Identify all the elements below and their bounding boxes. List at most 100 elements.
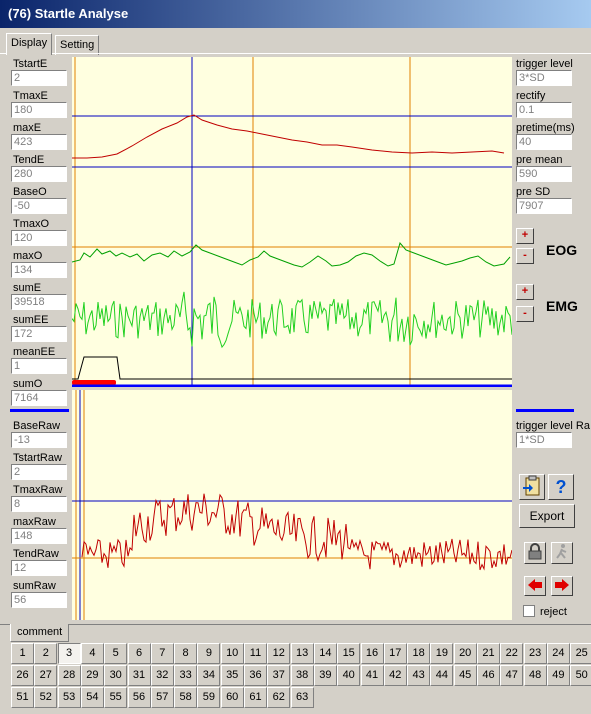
trial-button[interactable]: 3 (57, 643, 81, 664)
trial-button[interactable]: 14 (313, 643, 337, 664)
raw-field-value[interactable]: -13 (11, 432, 67, 448)
trial-button[interactable]: 27 (34, 665, 58, 686)
trial-button[interactable]: 37 (267, 665, 291, 686)
raw-field-value[interactable]: 2 (11, 464, 67, 480)
field-value[interactable]: 2 (11, 70, 67, 86)
trial-button[interactable]: 39 (313, 665, 337, 686)
trial-button[interactable]: 1 (11, 643, 34, 664)
trial-button[interactable]: 32 (150, 665, 174, 686)
field-value[interactable]: 423 (11, 134, 67, 150)
trial-button[interactable]: 9 (197, 643, 221, 664)
raw-field-value[interactable]: 56 (11, 592, 67, 608)
emg-scale-minus-button[interactable]: - (516, 306, 534, 322)
field-value[interactable]: 7164 (11, 390, 67, 406)
trial-button[interactable]: 21 (477, 643, 500, 664)
trial-button[interactable]: 19 (430, 643, 454, 664)
trial-button[interactable]: 47 (500, 665, 524, 686)
trial-button[interactable]: 40 (337, 665, 361, 686)
trial-button[interactable]: 46 (477, 665, 500, 686)
next-arrow-icon[interactable] (551, 576, 573, 596)
trial-button[interactable]: 36 (244, 665, 267, 686)
trial-button[interactable]: 15 (337, 643, 361, 664)
trial-button[interactable]: 13 (290, 643, 314, 664)
tab-setting[interactable]: Setting (55, 35, 100, 55)
trial-button[interactable]: 59 (197, 687, 221, 708)
trial-button[interactable]: 44 (430, 665, 454, 686)
trial-button[interactable]: 18 (407, 643, 431, 664)
trial-button[interactable]: 8 (174, 643, 198, 664)
trial-button[interactable]: 63 (290, 687, 314, 708)
field-value[interactable]: 134 (11, 262, 67, 278)
trial-button[interactable]: 5 (104, 643, 128, 664)
trial-button[interactable]: 58 (174, 687, 198, 708)
trial-button[interactable]: 17 (383, 643, 407, 664)
field-value[interactable]: -50 (11, 198, 67, 214)
field-value[interactable]: 180 (11, 102, 67, 118)
field-value[interactable]: 280 (11, 166, 67, 182)
trial-button[interactable]: 29 (80, 665, 104, 686)
trial-button[interactable]: 11 (244, 643, 267, 664)
trial-button[interactable]: 48 (523, 665, 547, 686)
trial-button[interactable]: 50 (570, 665, 591, 686)
raw-field-value[interactable]: 148 (11, 528, 67, 544)
field-value[interactable]: 172 (11, 326, 67, 342)
trial-button[interactable]: 25 (570, 643, 591, 664)
trial-button[interactable]: 35 (220, 665, 244, 686)
tab-comment[interactable]: comment (10, 624, 70, 642)
trial-button[interactable]: 4 (80, 643, 104, 664)
lock-icon[interactable] (524, 542, 546, 564)
emg-scale-plus-button[interactable]: + (516, 284, 534, 300)
trial-button[interactable]: 28 (57, 665, 81, 686)
field-value[interactable]: 39518 (11, 294, 67, 310)
clipboard-icon[interactable] (519, 474, 545, 500)
setting-value[interactable]: 7907 (516, 198, 572, 214)
trial-button[interactable]: 49 (546, 665, 570, 686)
previous-arrow-icon[interactable] (524, 576, 546, 596)
trial-button[interactable]: 6 (127, 643, 151, 664)
trial-button[interactable]: 41 (360, 665, 384, 686)
raw-field-value[interactable]: 8 (11, 496, 67, 512)
trial-button[interactable]: 61 (244, 687, 267, 708)
field-value[interactable]: 1 (11, 358, 67, 374)
trial-button[interactable]: 51 (11, 687, 34, 708)
trial-button[interactable]: 42 (383, 665, 407, 686)
trial-button[interactable]: 55 (104, 687, 128, 708)
export-button[interactable]: Export (519, 504, 575, 528)
trial-button[interactable]: 54 (80, 687, 104, 708)
trial-button[interactable]: 34 (197, 665, 221, 686)
eog-scale-plus-button[interactable]: + (516, 228, 534, 244)
setting-value[interactable]: 3*SD (516, 70, 572, 86)
raw-trigger-field[interactable]: 1*SD (516, 432, 572, 448)
trial-button[interactable]: 53 (57, 687, 81, 708)
trial-button[interactable]: 56 (127, 687, 151, 708)
walker-icon[interactable] (551, 542, 573, 564)
trial-button[interactable]: 24 (546, 643, 570, 664)
trial-button[interactable]: 20 (453, 643, 477, 664)
trial-button[interactable]: 57 (150, 687, 174, 708)
trial-button[interactable]: 10 (220, 643, 244, 664)
trial-button[interactable]: 16 (360, 643, 384, 664)
trial-button[interactable]: 33 (174, 665, 198, 686)
trial-button[interactable]: 43 (407, 665, 431, 686)
trial-button[interactable]: 26 (11, 665, 34, 686)
trial-button[interactable]: 22 (500, 643, 524, 664)
trial-button[interactable]: 60 (220, 687, 244, 708)
trial-button[interactable]: 7 (150, 643, 174, 664)
trial-button[interactable]: 38 (290, 665, 314, 686)
trial-button[interactable]: 12 (267, 643, 291, 664)
setting-value[interactable]: 590 (516, 166, 572, 182)
trial-button[interactable]: 45 (453, 665, 477, 686)
trial-button[interactable]: 30 (104, 665, 128, 686)
trial-button[interactable]: 23 (523, 643, 547, 664)
field-value[interactable]: 120 (11, 230, 67, 246)
trial-button[interactable]: 52 (34, 687, 58, 708)
setting-value[interactable]: 0.1 (516, 102, 572, 118)
setting-value[interactable]: 40 (516, 134, 572, 150)
help-button[interactable]: ? (548, 474, 574, 500)
tab-display[interactable]: Display (6, 33, 53, 55)
eog-scale-minus-button[interactable]: - (516, 248, 534, 264)
trial-button[interactable]: 2 (34, 643, 58, 664)
reject-checkbox[interactable] (523, 605, 535, 617)
trial-button[interactable]: 62 (267, 687, 291, 708)
trial-button[interactable]: 31 (127, 665, 151, 686)
